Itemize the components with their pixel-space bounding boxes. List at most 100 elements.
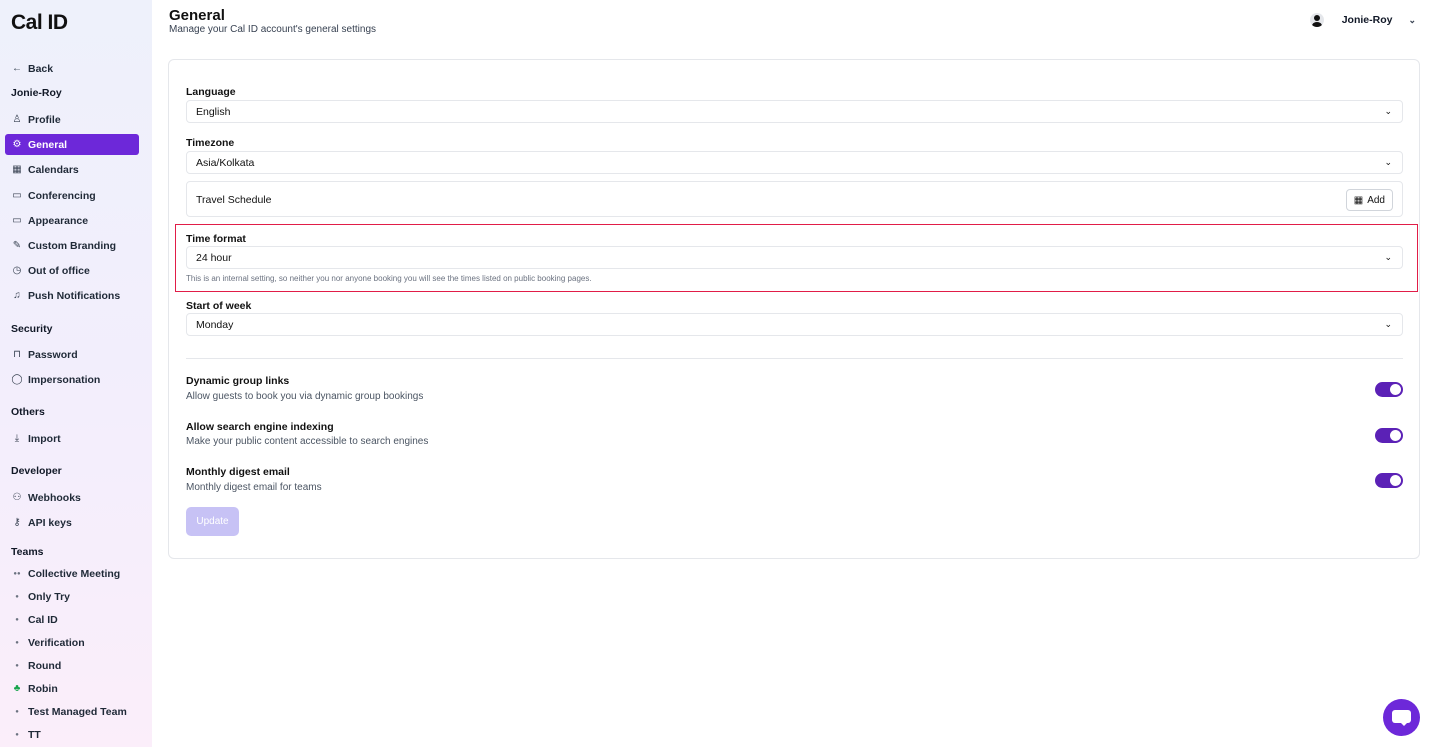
lock-icon: ⊓ — [13, 349, 21, 360]
team-logo-icon: ● — [15, 593, 19, 600]
sidebar-item-calendars[interactable]: ▦ Calendars — [5, 159, 139, 180]
search-indexing-toggle[interactable] — [1375, 428, 1403, 443]
sidebar-item-label: Collective Meeting — [28, 567, 121, 580]
monthly-digest-toggle[interactable] — [1375, 473, 1403, 488]
user-icon: ♙ — [12, 114, 22, 125]
app-logo: Cal ID — [11, 11, 68, 34]
sidebar-item-conferencing[interactable]: ▭ Conferencing — [5, 185, 139, 206]
sidebar-item-label: General — [28, 138, 68, 151]
back-label: Back — [28, 62, 54, 75]
clock-icon: ◷ — [12, 265, 22, 276]
sidebar-item-label: Push Notifications — [28, 289, 121, 302]
gear-icon: ⚙ — [12, 139, 22, 150]
timezone-label: Timezone — [186, 137, 235, 149]
sidebar-team-verification[interactable]: ● Verification — [5, 632, 139, 653]
user-menu[interactable]: Jonie-Roy ⌄ — [1309, 13, 1416, 27]
chevron-down-icon: ⌄ — [1384, 252, 1392, 262]
time-format-label: Time format — [186, 233, 246, 245]
monthly-digest-desc: Monthly digest email for teams — [186, 482, 322, 493]
sidebar-item-out-of-office[interactable]: ◷ Out of office — [5, 260, 139, 281]
sidebar-item-push-notifications[interactable]: ♫ Push Notifications — [5, 285, 139, 306]
sidebar-team-round[interactable]: ● Round — [5, 655, 139, 676]
sidebar-item-label: Verification — [28, 636, 85, 649]
sidebar-others-heading: Others — [11, 406, 45, 418]
chevron-down-icon: ⌄ — [1384, 157, 1392, 167]
chevron-down-icon: ⌄ — [1384, 106, 1392, 116]
chat-support-button[interactable] — [1383, 699, 1420, 736]
sidebar-item-label: Only Try — [28, 590, 71, 603]
sidebar-item-webhooks[interactable]: ⚇ Webhooks — [5, 487, 139, 508]
sidebar-teams-heading: Teams — [11, 546, 44, 558]
sidebar-item-api-keys[interactable]: ⚷ API keys — [5, 512, 139, 533]
sidebar-item-appearance[interactable]: ▭ Appearance — [5, 210, 139, 231]
chevron-down-icon: ⌄ — [1384, 319, 1392, 329]
sidebar-item-label: API keys — [28, 516, 72, 529]
sidebar-item-label: Cal ID — [28, 613, 58, 626]
travel-schedule-label: Travel Schedule — [196, 194, 272, 206]
sidebar-team-cal-id[interactable]: ● Cal ID — [5, 609, 139, 630]
monitor-icon: ▭ — [12, 215, 22, 226]
start-of-week-value: Monday — [196, 318, 234, 331]
add-travel-schedule-button[interactable]: ▦ Add — [1345, 189, 1393, 211]
divider — [186, 358, 1403, 359]
webhook-icon: ⚇ — [12, 492, 22, 503]
sidebar-item-label: Password — [28, 348, 78, 361]
bell-icon: ♫ — [13, 290, 21, 301]
travel-schedule-row: Travel Schedule ▦ Add — [186, 181, 1403, 217]
sidebar-item-custom-branding[interactable]: ✎ Custom Branding — [5, 235, 139, 256]
language-select[interactable]: English ⌄ — [186, 100, 1403, 123]
dynamic-group-links-toggle[interactable] — [1375, 382, 1403, 397]
calendar-icon: ▦ — [12, 164, 22, 175]
search-indexing-title: Allow search engine indexing — [186, 421, 334, 433]
sidebar-item-label: Round — [28, 659, 62, 672]
team-logo-icon: ♣ — [13, 683, 21, 694]
back-link[interactable]: ← Back — [5, 58, 139, 79]
sidebar-security-heading: Security — [11, 323, 53, 335]
sidebar: Cal ID ← Back Jonie-Roy ♙ Profile ⚙ Gene… — [0, 0, 152, 747]
sidebar-team-test-managed-team[interactable]: ● Test Managed Team — [5, 701, 139, 722]
search-indexing-desc: Make your public content accessible to s… — [186, 436, 429, 447]
sidebar-item-label: Custom Branding — [28, 239, 117, 252]
sidebar-item-impersonation[interactable]: ◯ Impersonation — [5, 369, 139, 390]
sidebar-item-label: Webhooks — [28, 491, 81, 504]
sidebar-item-label: Conferencing — [28, 189, 96, 202]
team-logo-icon: ● — [15, 731, 19, 738]
sidebar-item-general[interactable]: ⚙ General — [5, 134, 139, 155]
user-name: Jonie-Roy — [1341, 14, 1393, 26]
start-of-week-label: Start of week — [186, 300, 252, 312]
chevron-down-icon: ⌄ — [1408, 14, 1416, 25]
page-title: General — [169, 7, 225, 24]
calendar-icon: ▦ — [1353, 194, 1364, 206]
time-format-value: 24 hour — [196, 251, 232, 264]
sidebar-team-collective-meeting[interactable]: ●● Collective Meeting — [5, 563, 139, 584]
sidebar-item-password[interactable]: ⊓ Password — [5, 344, 139, 365]
sidebar-developer-heading: Developer — [11, 465, 62, 477]
avatar — [1309, 13, 1324, 27]
sidebar-item-label: TT — [28, 728, 41, 741]
time-format-select[interactable]: 24 hour ⌄ — [186, 246, 1403, 269]
start-of-week-select[interactable]: Monday ⌄ — [186, 313, 1403, 336]
sidebar-team-tt[interactable]: ● TT — [5, 724, 139, 745]
page-subtitle: Manage your Cal ID account's general set… — [169, 24, 377, 35]
shield-icon: ◯ — [11, 374, 23, 385]
timezone-select[interactable]: Asia/Kolkata ⌄ — [186, 151, 1403, 174]
team-logo-icon: ● — [15, 639, 19, 646]
sidebar-item-label: Import — [28, 432, 61, 445]
add-label: Add — [1367, 194, 1385, 206]
sidebar-item-label: Calendars — [28, 163, 79, 176]
sidebar-item-import[interactable]: ⤓ Import — [5, 428, 139, 449]
sidebar-team-only-try[interactable]: ● Only Try — [5, 586, 139, 607]
sidebar-account-heading: Jonie-Roy — [11, 87, 62, 99]
sidebar-item-label: Out of office — [28, 264, 90, 277]
sidebar-team-robin[interactable]: ♣ Robin — [5, 678, 139, 699]
arrow-left-icon: ← — [12, 63, 22, 74]
dynamic-group-links-title: Dynamic group links — [186, 375, 290, 387]
sidebar-item-label: Profile — [28, 113, 61, 126]
update-button[interactable]: Update — [186, 507, 239, 536]
sidebar-item-label: Robin — [28, 682, 58, 695]
general-settings-card: Language English ⌄ Timezone Asia/Kolkata… — [168, 59, 1420, 559]
team-logo-icon: ● — [15, 708, 19, 715]
team-logo-icon: ● — [15, 616, 19, 623]
monthly-digest-title: Monthly digest email — [186, 466, 290, 478]
sidebar-item-profile[interactable]: ♙ Profile — [5, 109, 139, 130]
